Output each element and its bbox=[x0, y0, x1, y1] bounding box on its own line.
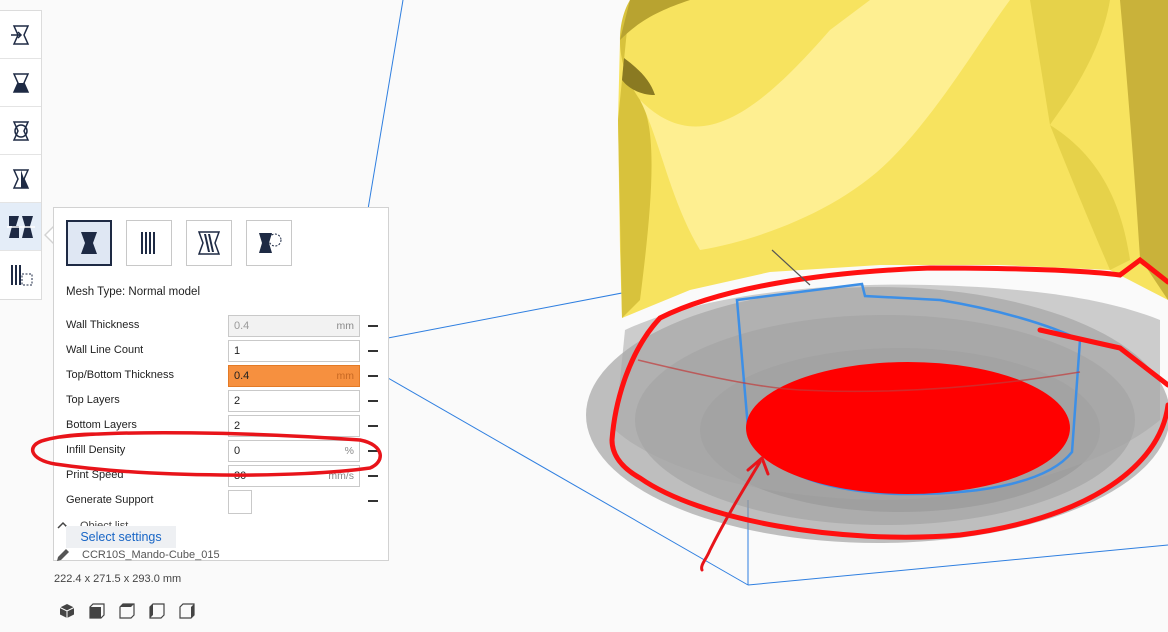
setting-generate-support: Generate Support bbox=[66, 490, 378, 514]
field-unit: mm bbox=[336, 370, 355, 382]
field-unit: mm/s bbox=[328, 470, 354, 482]
setting-label: Generate Support bbox=[66, 494, 154, 506]
per-model-settings-panel: Mesh Type: Normal model Wall Thickness 0… bbox=[53, 207, 389, 561]
setting-infill-density: Infill Density 0% bbox=[66, 440, 378, 462]
move-tool-icon bbox=[10, 24, 29, 45]
remove-setting-button[interactable] bbox=[368, 325, 378, 327]
field-value: 1 bbox=[234, 345, 241, 357]
support-blocker-icon bbox=[10, 265, 32, 286]
field-value: 30 bbox=[234, 470, 247, 482]
front-view-icon bbox=[89, 603, 105, 619]
remove-setting-button[interactable] bbox=[368, 500, 378, 502]
right-view-button[interactable] bbox=[178, 602, 196, 620]
top-bottom-thickness-input[interactable]: 0.4 mm bbox=[228, 365, 360, 387]
per-model-settings-button[interactable] bbox=[0, 203, 41, 251]
mirror-tool-button[interactable] bbox=[0, 155, 41, 203]
rotate-tool-button[interactable] bbox=[0, 107, 41, 155]
setting-label: Infill Density bbox=[66, 444, 126, 456]
tool-panel bbox=[0, 10, 42, 300]
3d-view-icon bbox=[59, 604, 75, 618]
setting-print-speed: Print Speed 30 mm/s bbox=[66, 465, 378, 487]
rotate-tool-icon bbox=[12, 120, 29, 141]
remove-setting-button[interactable] bbox=[368, 475, 378, 477]
dont-support-overlaps-icon bbox=[259, 233, 282, 253]
setting-wall-thickness: Wall Thickness 0.4 mm bbox=[66, 315, 378, 337]
setting-label: Print Speed bbox=[66, 469, 124, 481]
print-as-support-icon bbox=[141, 232, 155, 254]
mesh-type-modify-overlaps-button[interactable] bbox=[186, 220, 232, 266]
move-tool-button[interactable] bbox=[0, 11, 41, 59]
infill-density-input[interactable]: 0% bbox=[228, 440, 360, 462]
print-speed-input[interactable]: 30 mm/s bbox=[228, 465, 360, 487]
modify-overlap-settings-icon bbox=[197, 231, 221, 255]
3d-view-button[interactable] bbox=[58, 602, 76, 620]
remove-setting-button[interactable] bbox=[368, 450, 378, 452]
setting-top-bottom-thickness: Top/Bottom Thickness 0.4 mm bbox=[66, 365, 378, 387]
normal-model-icon bbox=[81, 232, 97, 254]
mesh-type-label: Mesh Type: Normal model bbox=[66, 286, 201, 298]
remove-setting-button[interactable] bbox=[368, 400, 378, 402]
field-value: 2 bbox=[234, 395, 241, 407]
remove-setting-button[interactable] bbox=[368, 375, 378, 377]
remove-setting-button[interactable] bbox=[368, 350, 378, 352]
field-unit: % bbox=[344, 445, 354, 457]
mesh-type-support-button[interactable] bbox=[126, 220, 172, 266]
field-value: 0 bbox=[234, 445, 241, 457]
setting-top-layers: Top Layers 2 bbox=[66, 390, 378, 412]
remove-setting-button[interactable] bbox=[368, 425, 378, 427]
setting-label: Top Layers bbox=[66, 394, 120, 406]
setting-label: Wall Line Count bbox=[66, 344, 144, 356]
bottom-layers-input[interactable]: 2 bbox=[228, 415, 360, 437]
object-dimensions: 222.4 x 271.5 x 293.0 mm bbox=[54, 573, 182, 585]
generate-support-checkbox[interactable] bbox=[228, 490, 252, 514]
wall-thickness-input[interactable]: 0.4 mm bbox=[228, 315, 360, 337]
setting-label: Bottom Layers bbox=[66, 419, 137, 431]
setting-wall-line-count: Wall Line Count 1 bbox=[66, 340, 378, 362]
view-orientation-buttons bbox=[58, 602, 196, 620]
per-model-settings-icon bbox=[6, 215, 35, 238]
scale-tool-button[interactable] bbox=[0, 59, 41, 107]
field-value: 0.4 bbox=[234, 370, 250, 382]
top-view-button[interactable] bbox=[118, 602, 136, 620]
object-name: CCR10S_Mando-Cube_015 bbox=[82, 549, 220, 561]
field-value: 2 bbox=[234, 420, 241, 432]
setting-label: Top/Bottom Thickness bbox=[66, 369, 175, 381]
top-layers-input[interactable]: 2 bbox=[228, 390, 360, 412]
field-unit: mm bbox=[336, 320, 355, 332]
wall-line-count-input[interactable]: 1 bbox=[228, 340, 360, 362]
pencil-icon[interactable] bbox=[56, 548, 70, 562]
mirror-tool-icon bbox=[12, 168, 29, 189]
left-view-button[interactable] bbox=[148, 602, 166, 620]
infill-area-highlight bbox=[746, 362, 1070, 494]
scale-tool-icon bbox=[12, 72, 29, 93]
setting-bottom-layers: Bottom Layers 2 bbox=[66, 415, 378, 437]
support-blocker-button[interactable] bbox=[0, 251, 41, 299]
left-view-icon bbox=[149, 603, 165, 619]
setting-label: Wall Thickness bbox=[66, 319, 140, 331]
mesh-type-normal-button[interactable] bbox=[66, 220, 112, 266]
right-view-icon bbox=[179, 603, 195, 619]
field-value: 0.4 bbox=[234, 320, 250, 332]
select-settings-button[interactable]: Select settings bbox=[66, 526, 176, 548]
mesh-type-no-support-button[interactable] bbox=[246, 220, 292, 266]
top-view-icon bbox=[119, 603, 135, 619]
front-view-button[interactable] bbox=[88, 602, 106, 620]
